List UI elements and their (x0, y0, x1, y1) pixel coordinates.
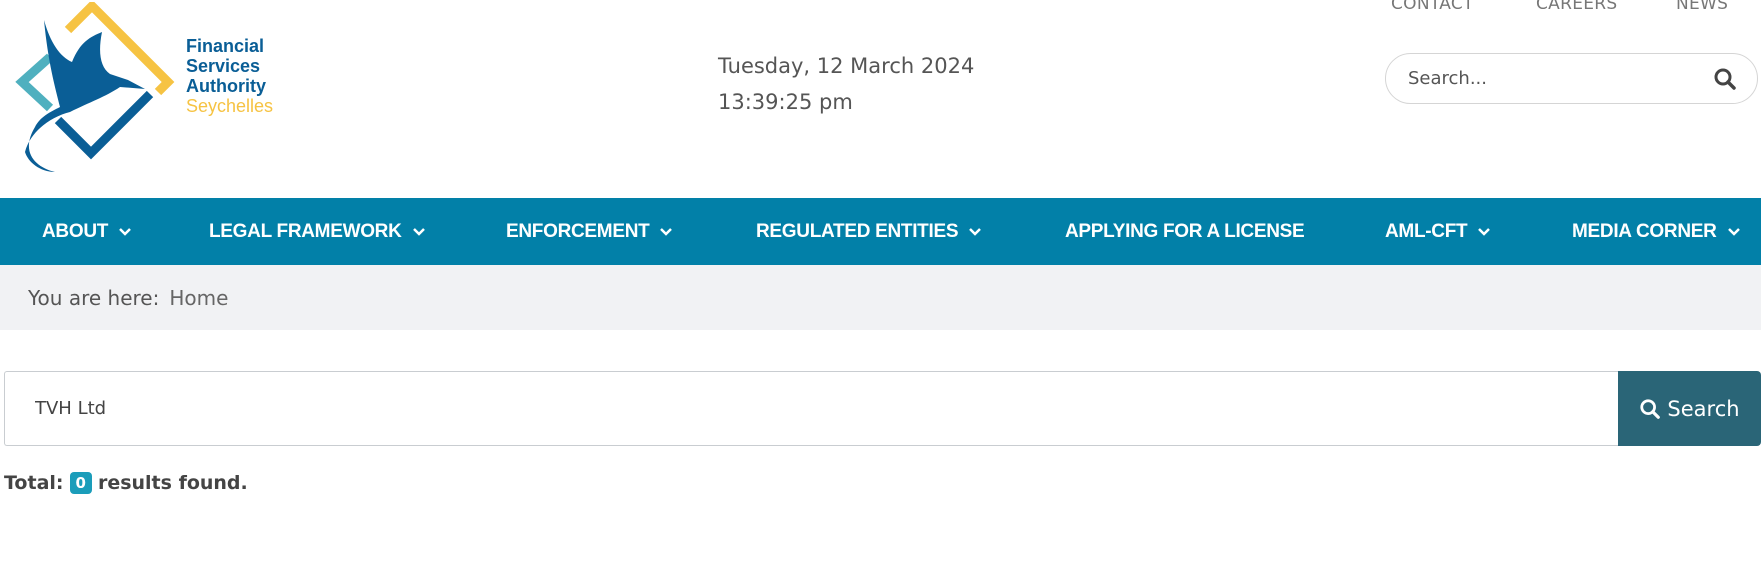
logo-line: Services (186, 56, 261, 76)
nav-regulated-entities[interactable]: REGULATED ENTITIES (756, 198, 982, 265)
nav-label: ABOUT (42, 220, 109, 242)
top-link-news[interactable]: NEWS (1676, 0, 1728, 14)
nav-media-corner[interactable]: MEDIA CORNER (1572, 198, 1741, 265)
nav-label: AML-CFT (1385, 220, 1468, 242)
search-icon (1640, 398, 1661, 419)
chevron-down-icon (1727, 227, 1740, 236)
breadcrumb-home[interactable]: Home (169, 286, 228, 310)
logo-line: Seychelles (186, 96, 274, 116)
chevron-down-icon (1478, 227, 1491, 236)
chevron-down-icon (412, 227, 425, 236)
current-time: 13:39:25 pm (718, 90, 853, 114)
datetime: Tuesday, 12 March 2024 13:39:25 pm (718, 48, 974, 120)
current-date: Tuesday, 12 March 2024 (718, 54, 975, 78)
search-icon[interactable] (1713, 67, 1737, 91)
chevron-down-icon (969, 227, 982, 236)
nav-enforcement[interactable]: ENFORCEMENT (506, 198, 673, 265)
results-suffix: results found. (97, 472, 248, 494)
results-prefix: Total: (4, 472, 64, 494)
results-summary: Total: 0 results found. (4, 472, 248, 494)
entity-search: Search (4, 371, 1761, 446)
chevron-down-icon (660, 227, 673, 236)
bird-logo-icon (15, 0, 175, 172)
breadcrumb: You are here: Home (0, 265, 1761, 330)
search-button-label: Search (1667, 396, 1740, 421)
logo-text: Financial Services Authority Seychelles (186, 36, 273, 116)
header-search-input[interactable] (1408, 68, 1713, 89)
nav-label: APPLYING FOR A LICENSE (1065, 220, 1305, 242)
top-link-careers[interactable]: CAREERS (1536, 0, 1618, 14)
nav-about[interactable]: ABOUT (42, 198, 132, 265)
nav-applying-for-license[interactable]: APPLYING FOR A LICENSE (1065, 198, 1305, 265)
nav-label: MEDIA CORNER (1572, 220, 1717, 242)
chevron-down-icon (119, 227, 131, 236)
header-search (1385, 53, 1758, 104)
results-count-badge: 0 (69, 472, 92, 494)
breadcrumb-prefix: You are here: (28, 285, 160, 310)
entity-search-input[interactable] (4, 371, 1618, 446)
nav-legal-framework[interactable]: LEGAL FRAMEWORK (209, 198, 426, 265)
nav-label: LEGAL FRAMEWORK (209, 220, 402, 242)
nav-label: REGULATED ENTITIES (756, 220, 959, 242)
search-button[interactable]: Search (1618, 371, 1761, 446)
logo-line: Authority (186, 76, 266, 96)
main-nav: ABOUT LEGAL FRAMEWORK ENFORCEMENT REGULA… (0, 198, 1761, 265)
nav-label: ENFORCEMENT (506, 220, 650, 242)
logo-line: Financial (186, 36, 265, 56)
nav-aml-cft[interactable]: AML-CFT (1385, 198, 1491, 265)
top-link-contact[interactable]: CONTACT (1391, 0, 1474, 14)
